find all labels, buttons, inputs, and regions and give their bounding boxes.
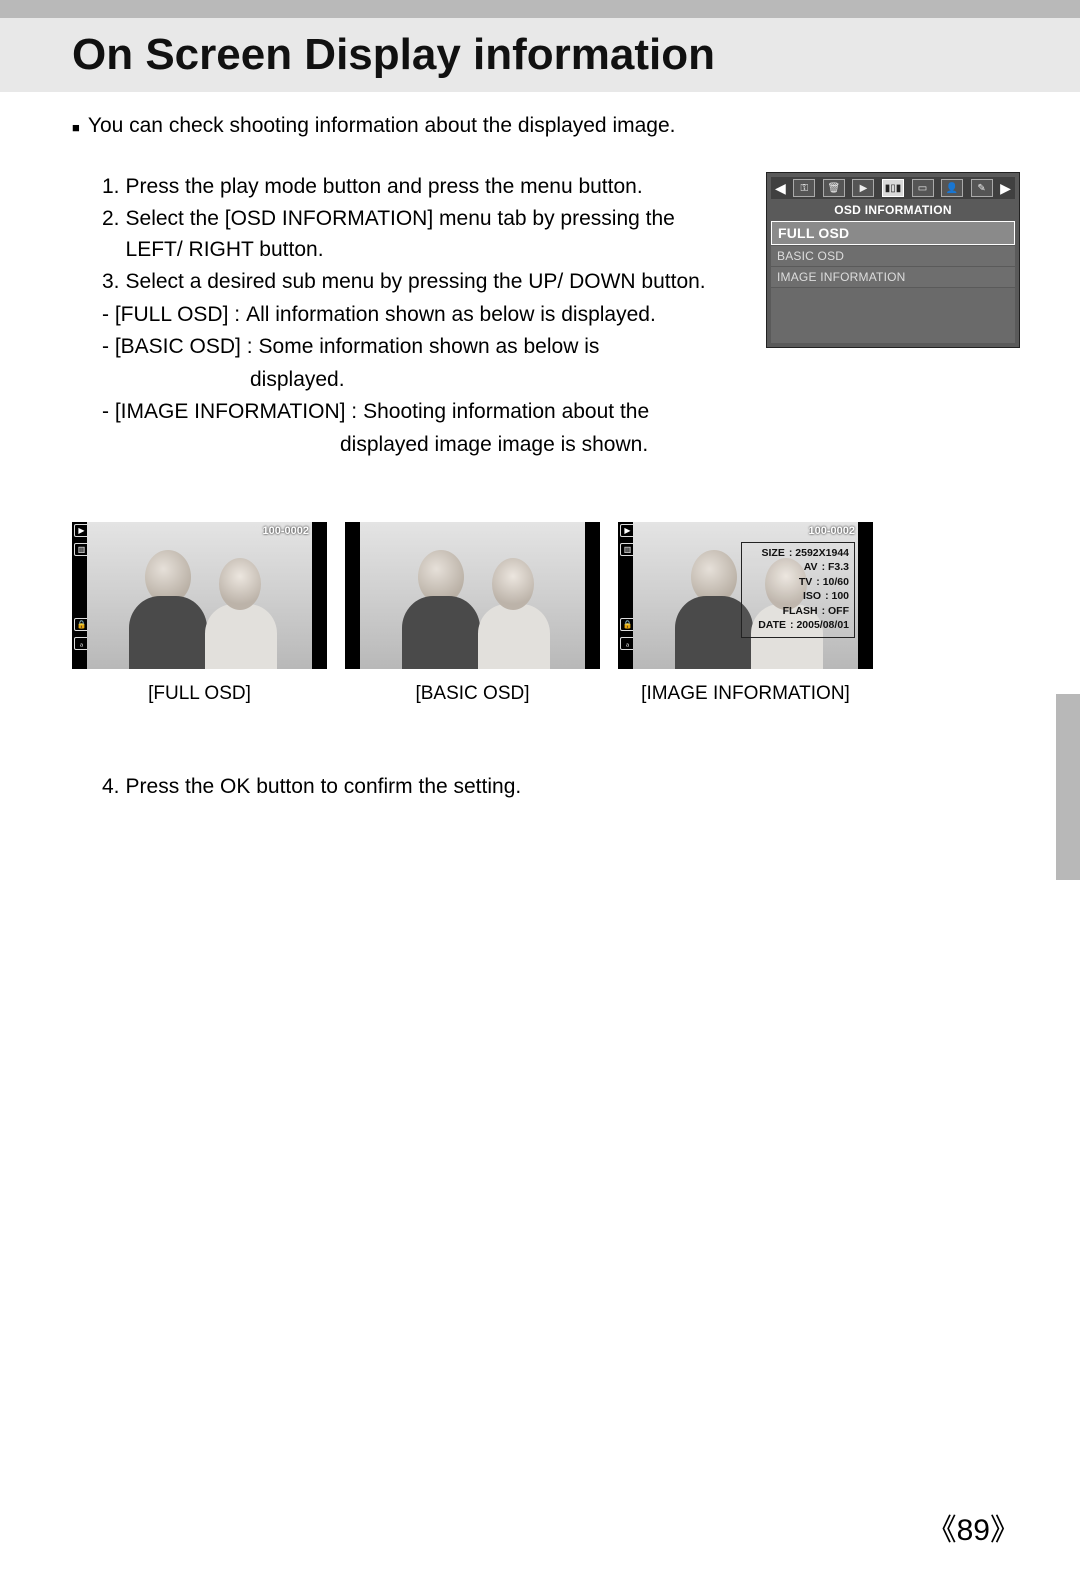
- intro-text: You can check shooting information about…: [88, 114, 676, 138]
- print-icon: ▭: [912, 179, 934, 197]
- info-tv-label: TV: [774, 575, 812, 589]
- content-area: ■ You can check shooting information abo…: [72, 104, 1020, 799]
- info-flash-label: FLASH: [780, 604, 818, 618]
- right-arrow-icon: ▶: [1000, 180, 1011, 197]
- step-4: 4. Press the OK button to confirm the se…: [72, 775, 1020, 799]
- info-tv-value: : 10/60: [816, 575, 849, 589]
- osd-menu-screenshot: ◀ ⚿ 🗑 ▶ ▮▯▮ ▭ 👤 ✎ ▶ OSD INFORMATION FULL…: [766, 172, 1020, 348]
- menu-title: OSD INFORMATION: [771, 199, 1015, 221]
- page-number: 《89》: [927, 1505, 1020, 1549]
- desc-1-label: - [FULL OSD] :: [102, 300, 240, 330]
- step-2-text: Select the [OSD INFORMATION] menu tab by…: [126, 204, 736, 265]
- info-av-value: : F3.3: [822, 560, 849, 574]
- preview-row: ▶ ▥ 🔒 ₐ 100-0002 [FULL OSD] [BASIC OSD] …: [72, 522, 1020, 705]
- portrait-icon: 👤: [941, 179, 963, 197]
- page-title: On Screen Display information: [72, 30, 715, 80]
- preview-image-info: ▶ ▥ 🔒 ₐ 100-0002 SIZE: 2592X1944 AV: F3.…: [618, 522, 873, 705]
- preview-screen: [345, 522, 600, 669]
- info-date-value: : 2005/08/01: [790, 618, 849, 632]
- menu-item-full-osd: FULL OSD: [771, 221, 1015, 245]
- preview-screen: ▶ ▥ 🔒 ₐ 100-0002 SIZE: 2592X1944 AV: F3.…: [618, 522, 873, 669]
- intro-line: ■ You can check shooting information abo…: [72, 114, 1020, 138]
- osd-tab-icon: ▮▯▮: [882, 179, 904, 197]
- main-row: 1.Press the play mode button and press t…: [72, 172, 1020, 462]
- info-size-value: : 2592X1944: [789, 546, 849, 560]
- menu-tab-row: ◀ ⚿ 🗑 ▶ ▮▯▮ ▭ 👤 ✎ ▶: [771, 177, 1015, 199]
- menu-empty-area: [771, 288, 1015, 343]
- desc-1-text: All information shown as below is displa…: [246, 300, 656, 330]
- info-av-label: AV: [780, 560, 818, 574]
- title-bar: On Screen Display information: [0, 18, 1080, 92]
- step-number: 3.: [102, 267, 120, 297]
- play-icon: ▶: [852, 179, 874, 197]
- preview-screen: ▶ ▥ 🔒 ₐ 100-0002: [72, 522, 327, 669]
- caption-image-info: [IMAGE INFORMATION]: [641, 683, 850, 705]
- desc-3-label: - [IMAGE INFORMATION] :: [102, 397, 357, 427]
- info-size-label: SIZE: [747, 546, 785, 560]
- desc-2-text1: Some information shown as below is: [259, 332, 600, 362]
- preview-basic-osd: [BASIC OSD]: [345, 522, 600, 705]
- desc-3-text2: displayed image image is shown.: [340, 433, 648, 456]
- key-icon: ⚿: [793, 179, 815, 197]
- left-arrow-icon: ◀: [775, 180, 786, 197]
- trash-icon: 🗑: [823, 179, 845, 197]
- step-number: 4.: [102, 775, 120, 799]
- menu-item-image-info: IMAGE INFORMATION: [771, 267, 1015, 287]
- sample-photo: [87, 522, 312, 669]
- info-flash-value: : OFF: [822, 604, 849, 618]
- step-number: 1.: [102, 172, 120, 202]
- sample-photo: [360, 522, 585, 669]
- info-iso-label: ISO: [783, 589, 821, 603]
- desc-2-label: - [BASIC OSD] :: [102, 332, 253, 362]
- file-number: 100-0002: [263, 525, 310, 537]
- step-4-text: Press the OK button to confirm the setti…: [126, 775, 522, 799]
- desc-2-text2: displayed.: [250, 368, 345, 391]
- info-date-label: DATE: [748, 618, 786, 632]
- top-border-bar: [0, 0, 1080, 18]
- desc-3-text1: Shooting information about the: [363, 397, 649, 427]
- step-number: 2.: [102, 204, 120, 265]
- steps-column: 1.Press the play mode button and press t…: [72, 172, 736, 462]
- preview-full-osd: ▶ ▥ 🔒 ₐ 100-0002 [FULL OSD]: [72, 522, 327, 705]
- info-iso-value: : 100: [825, 589, 849, 603]
- right-edge-tab: [1056, 694, 1080, 880]
- menu-item-basic-osd: BASIC OSD: [771, 246, 1015, 266]
- step-3-text: Select a desired sub menu by pressing th…: [126, 267, 706, 297]
- caption-full: [FULL OSD]: [148, 683, 251, 705]
- file-number: 100-0002: [809, 525, 856, 537]
- bullet-icon: ■: [72, 120, 80, 135]
- image-info-box: SIZE: 2592X1944 AV: F3.3 TV: 10/60 ISO: …: [741, 542, 855, 638]
- edit-icon: ✎: [971, 179, 993, 197]
- step-1-text: Press the play mode button and press the…: [126, 172, 643, 202]
- caption-basic: [BASIC OSD]: [415, 683, 529, 705]
